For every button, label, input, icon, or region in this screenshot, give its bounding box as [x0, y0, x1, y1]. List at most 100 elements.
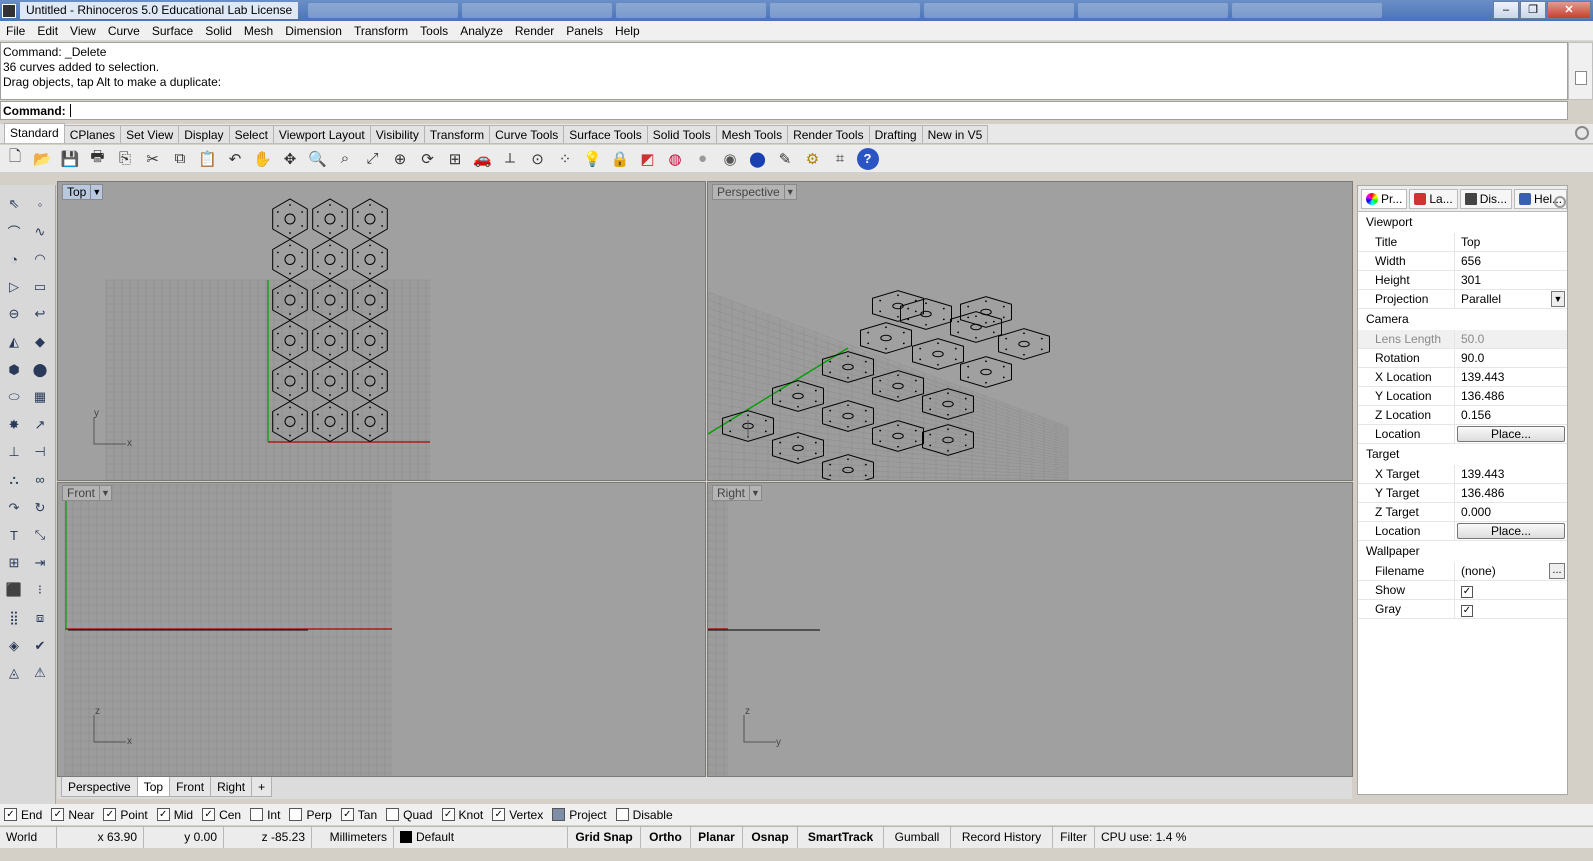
help-icon[interactable]: ?: [856, 147, 879, 170]
material-icon[interactable]: ✎: [774, 148, 796, 170]
align-icon[interactable]: ⇥: [29, 552, 51, 574]
car-icon[interactable]: 🚗: [472, 148, 494, 170]
copy-icon[interactable]: ⧉: [169, 148, 191, 170]
tab-new-in-v5[interactable]: New in V5: [921, 125, 989, 143]
mesh-icon[interactable]: ◬: [3, 662, 25, 684]
checkbox[interactable]: [289, 808, 303, 821]
new-file-icon[interactable]: 🗋: [4, 148, 26, 170]
rotate-view-icon[interactable]: ⟳: [417, 148, 439, 170]
point-icon[interactable]: ◦: [29, 193, 51, 215]
open-icon[interactable]: 📂: [32, 148, 54, 170]
scale-icon[interactable]: ⤡: [29, 524, 51, 546]
viewport-tab-front[interactable]: Front: [169, 777, 212, 797]
menu-file[interactable]: File: [0, 21, 31, 41]
osnap-quad[interactable]: Quad: [386, 808, 433, 822]
grid-array-icon[interactable]: ⁝: [29, 579, 51, 601]
checkbox[interactable]: ✓: [156, 808, 170, 821]
chevron-down-icon[interactable]: ▼: [783, 185, 796, 199]
viewport-right[interactable]: Right ▼ z y: [707, 482, 1353, 777]
print-icon[interactable]: 🖶: [87, 148, 109, 170]
ellipsoid-icon[interactable]: ∞: [29, 469, 51, 491]
box-icon[interactable]: ⬢: [3, 359, 25, 381]
smarttrack-toggle[interactable]: SmartTrack: [798, 827, 884, 848]
extrude-icon[interactable]: ▦: [29, 386, 51, 408]
filter-toggle[interactable]: Filter: [1053, 827, 1095, 848]
prop-value[interactable]: 139.443: [1455, 368, 1567, 386]
zoom-icon[interactable]: 🔍: [307, 148, 329, 170]
viewport-title-top[interactable]: Top ▼: [62, 184, 104, 200]
prop-value[interactable]: 0.156: [1455, 406, 1567, 424]
checkbox[interactable]: ✓: [492, 808, 506, 821]
zoom-window-icon[interactable]: ⌕: [334, 148, 356, 170]
menu-view[interactable]: View: [64, 21, 102, 41]
place-button[interactable]: Place...: [1457, 523, 1565, 539]
osnap-tan[interactable]: ✓ Tan: [340, 808, 377, 822]
prop-value[interactable]: ✓: [1455, 581, 1567, 599]
menu-mesh[interactable]: Mesh: [238, 21, 279, 41]
prop-value[interactable]: 50.0: [1455, 330, 1567, 348]
checkbox[interactable]: [250, 808, 264, 821]
sphere-icon[interactable]: ⬤: [29, 359, 51, 381]
browse-button[interactable]: ...: [1549, 563, 1565, 579]
prop-value[interactable]: ✓: [1455, 600, 1567, 618]
maximize-icon[interactable]: ❐: [1520, 1, 1546, 19]
chevron-down-icon[interactable]: ▼: [99, 486, 111, 500]
osnap-int[interactable]: Int: [250, 808, 280, 822]
osnap-point[interactable]: ✓ Point: [103, 808, 148, 822]
prop-value[interactable]: 90.0: [1455, 349, 1567, 367]
zoom-selected-icon[interactable]: ⊕: [389, 148, 411, 170]
undo-icon[interactable]: ↶: [224, 148, 246, 170]
circle-icon[interactable]: ◔: [3, 248, 25, 270]
osnap-perp[interactable]: Perp: [289, 808, 332, 822]
checkbox[interactable]: ✓: [4, 808, 17, 821]
scroll-thumb[interactable]: [1575, 71, 1587, 85]
prop-value[interactable]: 0.000: [1455, 503, 1567, 521]
select-arrow-icon[interactable]: ⇖: [3, 193, 25, 215]
sphere-blue-icon[interactable]: ⬤: [747, 148, 769, 170]
prop-value[interactable]: 656: [1455, 252, 1567, 270]
text-icon[interactable]: T: [3, 524, 25, 546]
viewport-title-perspective[interactable]: Perspective ▼: [712, 184, 797, 200]
viewport-perspective[interactable]: Perspective ▼: [707, 181, 1353, 481]
ortho-toggle[interactable]: Ortho: [641, 827, 691, 848]
polygon-icon[interactable]: ▷: [3, 276, 25, 298]
ellipse-icon[interactable]: ⊖: [3, 303, 25, 325]
menu-surface[interactable]: Surface: [146, 21, 199, 41]
viewport-front[interactable]: Front ▼ z x: [57, 482, 706, 777]
osnap-disable[interactable]: Disable: [615, 808, 673, 822]
checkbox[interactable]: ✓: [103, 808, 117, 821]
planar-toggle[interactable]: Planar: [691, 827, 743, 848]
osnap-knot[interactable]: ✓ Knot: [441, 808, 483, 822]
light-bulb-icon[interactable]: 💡: [582, 148, 604, 170]
status-units[interactable]: Millimeters: [312, 827, 394, 848]
gumball-toggle[interactable]: Gumball: [884, 827, 951, 848]
tab-drafting[interactable]: Drafting: [868, 125, 923, 143]
command-history-scrollbar[interactable]: [1568, 42, 1593, 100]
tab-display[interactable]: Display: [178, 125, 230, 143]
prop-value[interactable]: 139.443: [1455, 465, 1567, 483]
menu-help[interactable]: Help: [609, 21, 646, 41]
grid-snap-icon[interactable]: ⊙: [527, 148, 549, 170]
status-cplane[interactable]: World: [0, 827, 57, 848]
tab-cplanes[interactable]: CPlanes: [63, 125, 122, 143]
record-history-toggle[interactable]: Record History: [951, 827, 1053, 848]
sphere-white-icon[interactable]: ●: [692, 148, 714, 170]
drafting-icon[interactable]: ⊥: [3, 441, 25, 463]
tab-viewport-layout[interactable]: Viewport Layout: [272, 125, 371, 143]
prop-value[interactable]: Place...: [1455, 425, 1567, 443]
tab-set-view[interactable]: Set View: [120, 125, 180, 143]
chevron-down-icon[interactable]: ▼: [90, 185, 102, 199]
status-layer[interactable]: Default: [394, 827, 568, 848]
viewport-tab-perspective[interactable]: Perspective: [61, 777, 138, 797]
four-viewports-icon[interactable]: ⊞: [444, 148, 466, 170]
tab-render-tools[interactable]: Render Tools: [787, 125, 870, 143]
gear-icon[interactable]: [1575, 126, 1589, 140]
gear-icon[interactable]: [1554, 196, 1566, 208]
osnap-cen[interactable]: ✓ Cen: [202, 808, 241, 822]
checkbox[interactable]: ✓: [340, 808, 354, 821]
checkbox[interactable]: [386, 808, 400, 821]
osnap-project[interactable]: Project: [552, 808, 607, 822]
tab-standard[interactable]: Standard: [4, 123, 65, 143]
panel-tab-properties[interactable]: Pr...: [1361, 188, 1408, 209]
prop-value[interactable]: Parallel ▼: [1455, 290, 1567, 308]
